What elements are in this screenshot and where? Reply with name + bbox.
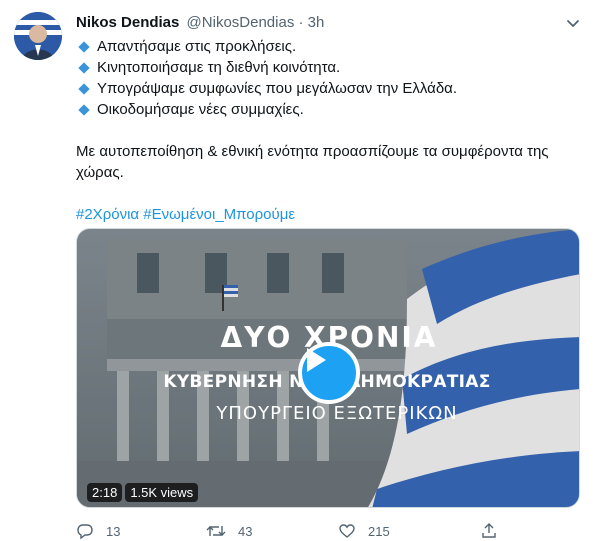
share-icon (482, 523, 496, 538)
share-button[interactable] (480, 522, 498, 540)
reply-count: 13 (106, 523, 121, 539)
video-title-line3: ΥΠΟΥΡΓΕΙΟ ΕΞΩΤΕΡΙΚΩΝ (216, 403, 458, 424)
video-info: 2:18 1.5K views (87, 483, 199, 502)
heart-icon (339, 524, 355, 538)
tweet-line: Οικοδομήσαμε νέες συμμαχίες. (76, 99, 588, 120)
play-button[interactable] (298, 342, 360, 404)
blue-diamond-icon (78, 40, 90, 53)
tweet-header: Nikos Dendias @NikosDendias · 3h (76, 13, 324, 33)
like-button[interactable]: 215 (338, 522, 390, 540)
video-duration: 2:18 (87, 483, 123, 502)
hashtag-link[interactable]: #Ενωμένοι_Μπορούμε (143, 206, 295, 223)
tweet-line-text: Απαντήσαμε στις προκλήσεις. (97, 38, 297, 55)
avatar-photo (14, 12, 62, 60)
blue-diamond-icon (78, 103, 90, 116)
tweet-line-text: Οικοδομήσαμε νέες συμμαχίες. (97, 101, 304, 118)
blue-diamond-icon (78, 82, 90, 95)
tweet-line-text: Υπογράψαμε συμφωνίες που μεγάλωσαν την Ε… (97, 80, 458, 97)
tweet-paragraph: Με αυτοπεποίθηση & εθνική ενότητα προασπ… (76, 143, 549, 181)
tweet-text: Απαντήσαμε στις προκλήσεις. Κινητοποιήσα… (76, 36, 588, 225)
retweet-count: 43 (238, 523, 253, 539)
reply-icon (77, 524, 93, 540)
video-player[interactable]: ΔΥΟ ΧΡΟΝΙΑ ΚΥΒΕΡΝΗΣΗ ΝΕΑΣ ΔΗΜΟΚΡΑΤΙΑΣ ΥΠ… (76, 228, 580, 508)
tweet-time[interactable]: 3h (308, 14, 325, 31)
tweet-line: Υπογράψαμε συμφωνίες που μεγάλωσαν την Ε… (76, 78, 588, 99)
more-options-button[interactable] (560, 10, 586, 36)
tweet-line: Κινητοποιήσαμε τη διεθνή κοινότητα. (76, 57, 588, 78)
chevron-down-icon (567, 20, 579, 27)
hashtag-link[interactable]: #2Χρόνια (76, 206, 139, 223)
play-icon (307, 348, 326, 372)
tweet-line-text: Κινητοποιήσαμε τη διεθνή κοινότητα. (97, 59, 341, 76)
hashtag-row: #2Χρόνια #Ενωμένοι_Μπορούμε (76, 204, 588, 225)
avatar[interactable] (14, 12, 62, 60)
tweet-card[interactable]: Nikos Dendias @NikosDendias · 3h Απαντήσ… (0, 0, 612, 541)
author-name[interactable]: Nikos Dendias (76, 14, 179, 31)
reply-button[interactable]: 13 (76, 522, 120, 540)
view-count: 1.5K views (125, 483, 199, 502)
retweet-icon (206, 526, 226, 536)
tweet-line: Απαντήσαμε στις προκλήσεις. (76, 36, 588, 57)
author-handle[interactable]: @NikosDendias (187, 14, 295, 31)
like-count: 215 (368, 523, 390, 539)
blue-diamond-icon (78, 61, 90, 74)
action-bar: 13 43 215 (76, 522, 596, 541)
separator-dot: · (298, 14, 304, 31)
retweet-button[interactable]: 43 (206, 522, 252, 540)
